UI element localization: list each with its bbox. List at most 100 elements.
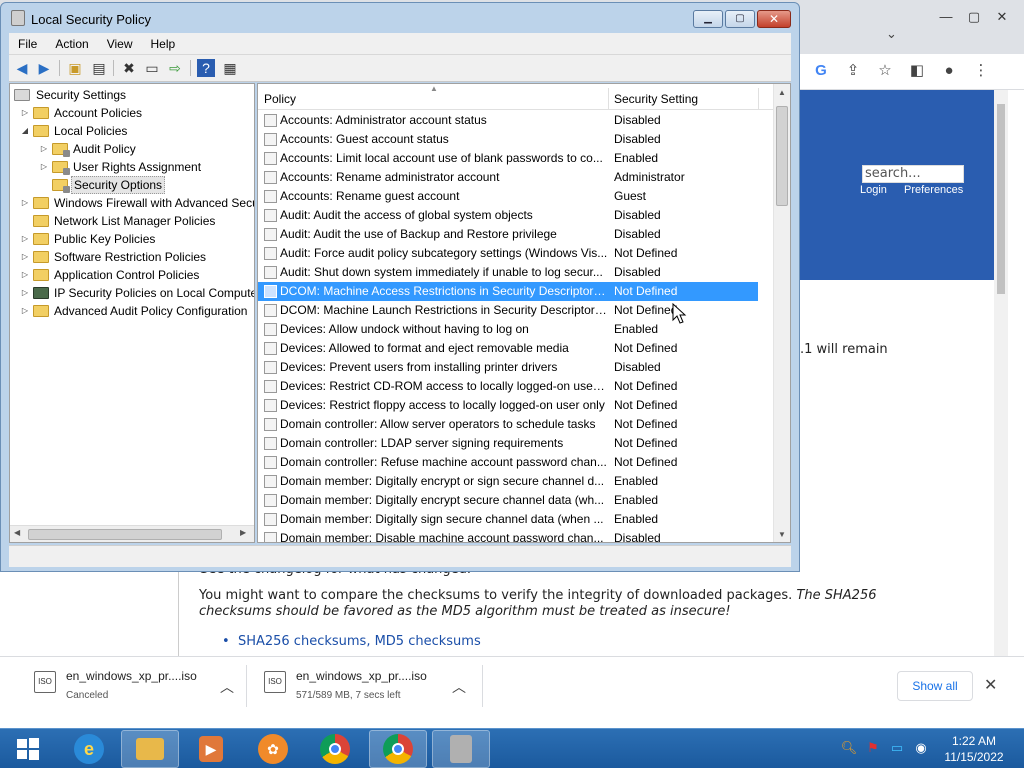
table-row[interactable]: Domain controller: LDAP server signing r… [258, 434, 774, 453]
table-row[interactable]: Accounts: Limit local account use of bla… [258, 149, 774, 168]
scroll-down-icon[interactable]: ▼ [778, 530, 786, 539]
window-titlebar[interactable]: Local Security Policy ▁ ▢ ✕ [1, 3, 799, 33]
show-action-pane-icon[interactable]: ▦ [221, 59, 239, 77]
expand-arrow-icon[interactable]: ▷ [20, 230, 30, 248]
expand-arrow-icon[interactable]: ▷ [20, 266, 30, 284]
column-divider[interactable] [758, 88, 759, 110]
list-vertical-scrollbar[interactable]: ▲ ▼ [773, 84, 790, 542]
chevron-up-icon[interactable]: ︿ [220, 677, 234, 697]
taskbar-internet-explorer[interactable]: e [60, 730, 118, 768]
tree-scroll-thumb[interactable] [28, 529, 222, 540]
expand-arrow-icon[interactable]: ▷ [39, 158, 49, 176]
close-downloads-icon[interactable]: ✕ [984, 675, 997, 695]
collapse-arrow-icon[interactable]: ◢ [20, 122, 30, 140]
taskbar-chrome-active[interactable] [369, 730, 427, 768]
close-icon[interactable]: ✕ [990, 8, 1014, 26]
expand-arrow-icon[interactable]: ▷ [20, 284, 30, 302]
checksum-link[interactable]: SHA256 checksums, MD5 checksums [238, 634, 481, 649]
column-divider[interactable] [608, 88, 609, 110]
list-scroll-thumb[interactable] [776, 106, 788, 206]
table-row[interactable]: Domain member: Digitally encrypt secure … [258, 491, 774, 510]
scroll-up-icon[interactable]: ▲ [778, 88, 786, 97]
scroll-left-icon[interactable]: ◀ [14, 528, 20, 537]
scroll-right-icon[interactable]: ▶ [240, 528, 246, 537]
table-row[interactable]: Domain controller: Allow server operator… [258, 415, 774, 434]
table-row[interactable]: Accounts: Rename administrator account Ad… [258, 168, 774, 187]
show-all-button[interactable]: Show all [897, 671, 973, 701]
table-row[interactable]: Domain controller: Refuse machine accoun… [258, 453, 774, 472]
table-row[interactable]: Devices: Allowed to format and eject rem… [258, 339, 774, 358]
volume-icon[interactable]: ◉ [912, 739, 930, 757]
table-row[interactable]: DCOM: Machine Access Restrictions in Sec… [258, 282, 758, 301]
column-header-security-setting[interactable]: Security Setting [614, 92, 698, 106]
table-row[interactable]: Devices: Allow undock without having to … [258, 320, 774, 339]
preferences-link[interactable]: Preferences [904, 184, 963, 196]
table-row[interactable]: Domain member: Digitally encrypt or sign… [258, 472, 774, 491]
policy-name: Audit: Audit the use of Backup and Resto… [280, 227, 557, 241]
page-scrollbar[interactable] [994, 90, 1008, 656]
login-link[interactable]: Login [860, 184, 887, 196]
side-panel-icon[interactable]: ◧ [908, 62, 926, 80]
profile-avatar-icon[interactable]: ● [940, 62, 958, 80]
flag-icon[interactable]: ⚑ [864, 739, 882, 757]
table-row[interactable]: DCOM: Machine Launch Restrictions in Sec… [258, 301, 774, 320]
table-row[interactable]: Audit: Audit the access of global system… [258, 206, 774, 225]
table-row[interactable]: Audit: Audit the use of Backup and Resto… [258, 225, 774, 244]
taskbar-app[interactable]: ✿ [244, 730, 302, 768]
taskbar-clock[interactable]: 1:22 AM 11/15/2022 [936, 733, 1012, 765]
site-search-input[interactable]: search... [862, 165, 964, 183]
close-button[interactable]: ✕ [757, 10, 791, 28]
minimize-icon[interactable]: — [934, 8, 958, 26]
menu-help[interactable]: Help [142, 33, 185, 55]
table-row[interactable]: Domain member: Disable machine account p… [258, 529, 774, 542]
tree-horizontal-scrollbar[interactable]: ◀ ▶ [10, 525, 254, 542]
taskbar-local-security-policy[interactable] [432, 730, 490, 768]
expand-arrow-icon[interactable]: ▷ [20, 194, 30, 212]
show-hide-tree-icon[interactable]: ▤ [90, 59, 108, 77]
display-icon[interactable]: ▭ [888, 739, 906, 757]
taskbar-media-player[interactable]: ▶ [182, 730, 240, 768]
table-row[interactable]: Accounts: Administrator account status Di… [258, 111, 774, 130]
forward-arrow-icon[interactable]: ▶ [35, 59, 53, 77]
table-row[interactable]: Devices: Restrict CD-ROM access to local… [258, 377, 774, 396]
page-scroll-thumb[interactable] [997, 104, 1005, 294]
table-row[interactable]: Domain member: Digitally sign secure cha… [258, 510, 774, 529]
expand-arrow-icon[interactable]: ▷ [20, 248, 30, 266]
browser-menu-icon[interactable]: ⋮ [972, 62, 990, 80]
delete-icon[interactable]: ✖ [120, 59, 138, 77]
maximize-button[interactable]: ▢ [725, 10, 755, 28]
table-row[interactable]: Accounts: Guest account status Disabled [258, 130, 774, 149]
search-tray-icon[interactable]: 🔍︎ [840, 739, 858, 757]
google-icon[interactable]: G [812, 62, 830, 80]
back-arrow-icon[interactable]: ◀ [13, 59, 31, 77]
download-item[interactable]: ISO en_windows_xp_pr....iso Canceled ︿ [34, 663, 244, 709]
taskbar-file-explorer[interactable] [121, 730, 179, 768]
table-row[interactable]: Audit: Shut down system immediately if u… [258, 263, 774, 282]
expand-arrow-icon[interactable]: ▷ [39, 140, 49, 158]
expand-arrow-icon[interactable]: ▷ [20, 104, 30, 122]
minimize-button[interactable]: ▁ [693, 10, 723, 28]
table-row[interactable]: Accounts: Rename guest account Guest [258, 187, 774, 206]
menu-action[interactable]: Action [46, 33, 97, 55]
help-icon[interactable]: ? [197, 59, 215, 77]
menu-file[interactable]: File [9, 33, 46, 55]
download-item[interactable]: ISO en_windows_xp_pr....iso 571/589 MB, … [264, 663, 474, 709]
up-folder-icon[interactable]: ▣ [66, 59, 84, 77]
policy-setting: Enabled [614, 512, 659, 526]
policy-setting: Not Defined [614, 398, 678, 412]
menu-view[interactable]: View [98, 33, 142, 55]
table-row[interactable]: Devices: Prevent users from installing p… [258, 358, 774, 377]
table-row[interactable]: Devices: Restrict floppy access to local… [258, 396, 774, 415]
start-button[interactable] [8, 733, 48, 765]
table-row[interactable]: Audit: Force audit policy subcategory se… [258, 244, 774, 263]
maximize-icon[interactable]: ▢ [962, 8, 986, 26]
tab-search-chevron-icon[interactable]: ⌄ [886, 26, 897, 42]
column-header-policy[interactable]: Policy [264, 92, 296, 106]
export-list-icon[interactable]: ⇨ [166, 59, 184, 77]
properties-icon[interactable]: ▭ [143, 59, 161, 77]
expand-arrow-icon[interactable]: ▷ [20, 302, 30, 320]
taskbar-chrome[interactable] [306, 730, 364, 768]
bookmark-star-icon[interactable]: ☆ [876, 62, 894, 80]
chevron-up-icon[interactable]: ︿ [452, 677, 466, 697]
share-icon[interactable]: ⇪ [844, 62, 862, 80]
